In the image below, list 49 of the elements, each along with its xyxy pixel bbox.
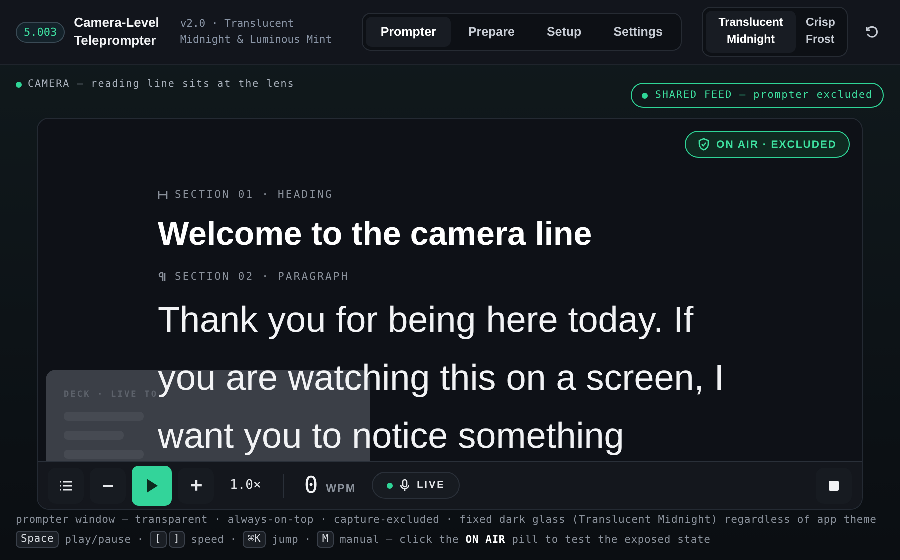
key-cap: Space xyxy=(16,531,60,548)
footer-note: prompter window — transparent · always-on-top · capture-excluded · fixed dark glass (Translucent Midnight) regardless of app theme xyxy=(16,513,878,528)
section-label: SECTION 01 · HEADING xyxy=(175,189,334,201)
wpm-value: 0 xyxy=(304,472,318,498)
play-button[interactable] xyxy=(132,466,172,506)
status-dot xyxy=(642,92,648,98)
live-dot xyxy=(387,482,394,488)
version-badge: 5.003 xyxy=(16,22,66,42)
key-cap: [ xyxy=(150,531,167,548)
camera-status: CAMERA — reading line sits at the lens xyxy=(28,79,295,90)
play-icon xyxy=(145,478,159,494)
nav-tab[interactable]: Setup xyxy=(532,17,597,47)
script-heading: Welcome to the camera line xyxy=(158,215,594,253)
shared-feed-pill: SHARED FEED — prompter excluded xyxy=(631,83,884,108)
speed-value: 1.0× xyxy=(230,478,262,493)
plus-icon xyxy=(190,479,202,492)
heading-icon xyxy=(158,190,168,200)
shortcut-text: speed xyxy=(191,534,224,546)
app-title: Camera-Level Teleprompter xyxy=(74,14,160,50)
shortcut-text: manual — click the ON AIR pill to test the exposed state xyxy=(340,534,711,546)
nav-tab[interactable]: Prepare xyxy=(453,17,530,47)
faster-button[interactable] xyxy=(178,468,214,504)
shortcut-text: play/pause xyxy=(65,534,132,546)
live-button[interactable]: LIVE xyxy=(372,472,460,499)
nav-tab[interactable]: Settings xyxy=(598,17,678,47)
wpm-unit: WPM xyxy=(326,482,356,494)
separator-dot: · xyxy=(304,534,312,546)
nav-tab[interactable]: Prompter xyxy=(366,17,452,47)
key-cap: M xyxy=(317,531,334,548)
theme-option[interactable]: Crisp Frost xyxy=(796,11,844,53)
script-paragraph: Thank you for being here today. If you are watching this on a screen, I want you to notice something xyxy=(158,298,726,458)
shield-check-icon xyxy=(698,138,710,151)
on-air-pill[interactable]: ON AIR · EXCLUDED xyxy=(684,131,850,158)
app-subtitle: v2.0 · Translucent Midnight & Luminous Mint xyxy=(180,17,334,48)
shortcut-text: jump xyxy=(272,534,299,546)
microphone-icon xyxy=(400,479,410,492)
key-cap: ⌘K xyxy=(242,531,266,548)
list-icon xyxy=(59,480,73,492)
separator-dot: · xyxy=(137,534,144,546)
paragraph-icon xyxy=(158,272,168,282)
separator-dot: · xyxy=(230,534,237,546)
list-button[interactable] xyxy=(48,468,84,504)
section-label: SECTION 02 · PARAGRAPH xyxy=(175,271,350,283)
theme-option[interactable]: Translucent Midnight xyxy=(706,11,796,53)
stop-icon xyxy=(829,480,839,490)
refresh-icon xyxy=(864,24,880,40)
key-cap: ] xyxy=(168,531,186,548)
stop-button[interactable] xyxy=(816,468,852,504)
status-dot xyxy=(16,82,22,88)
